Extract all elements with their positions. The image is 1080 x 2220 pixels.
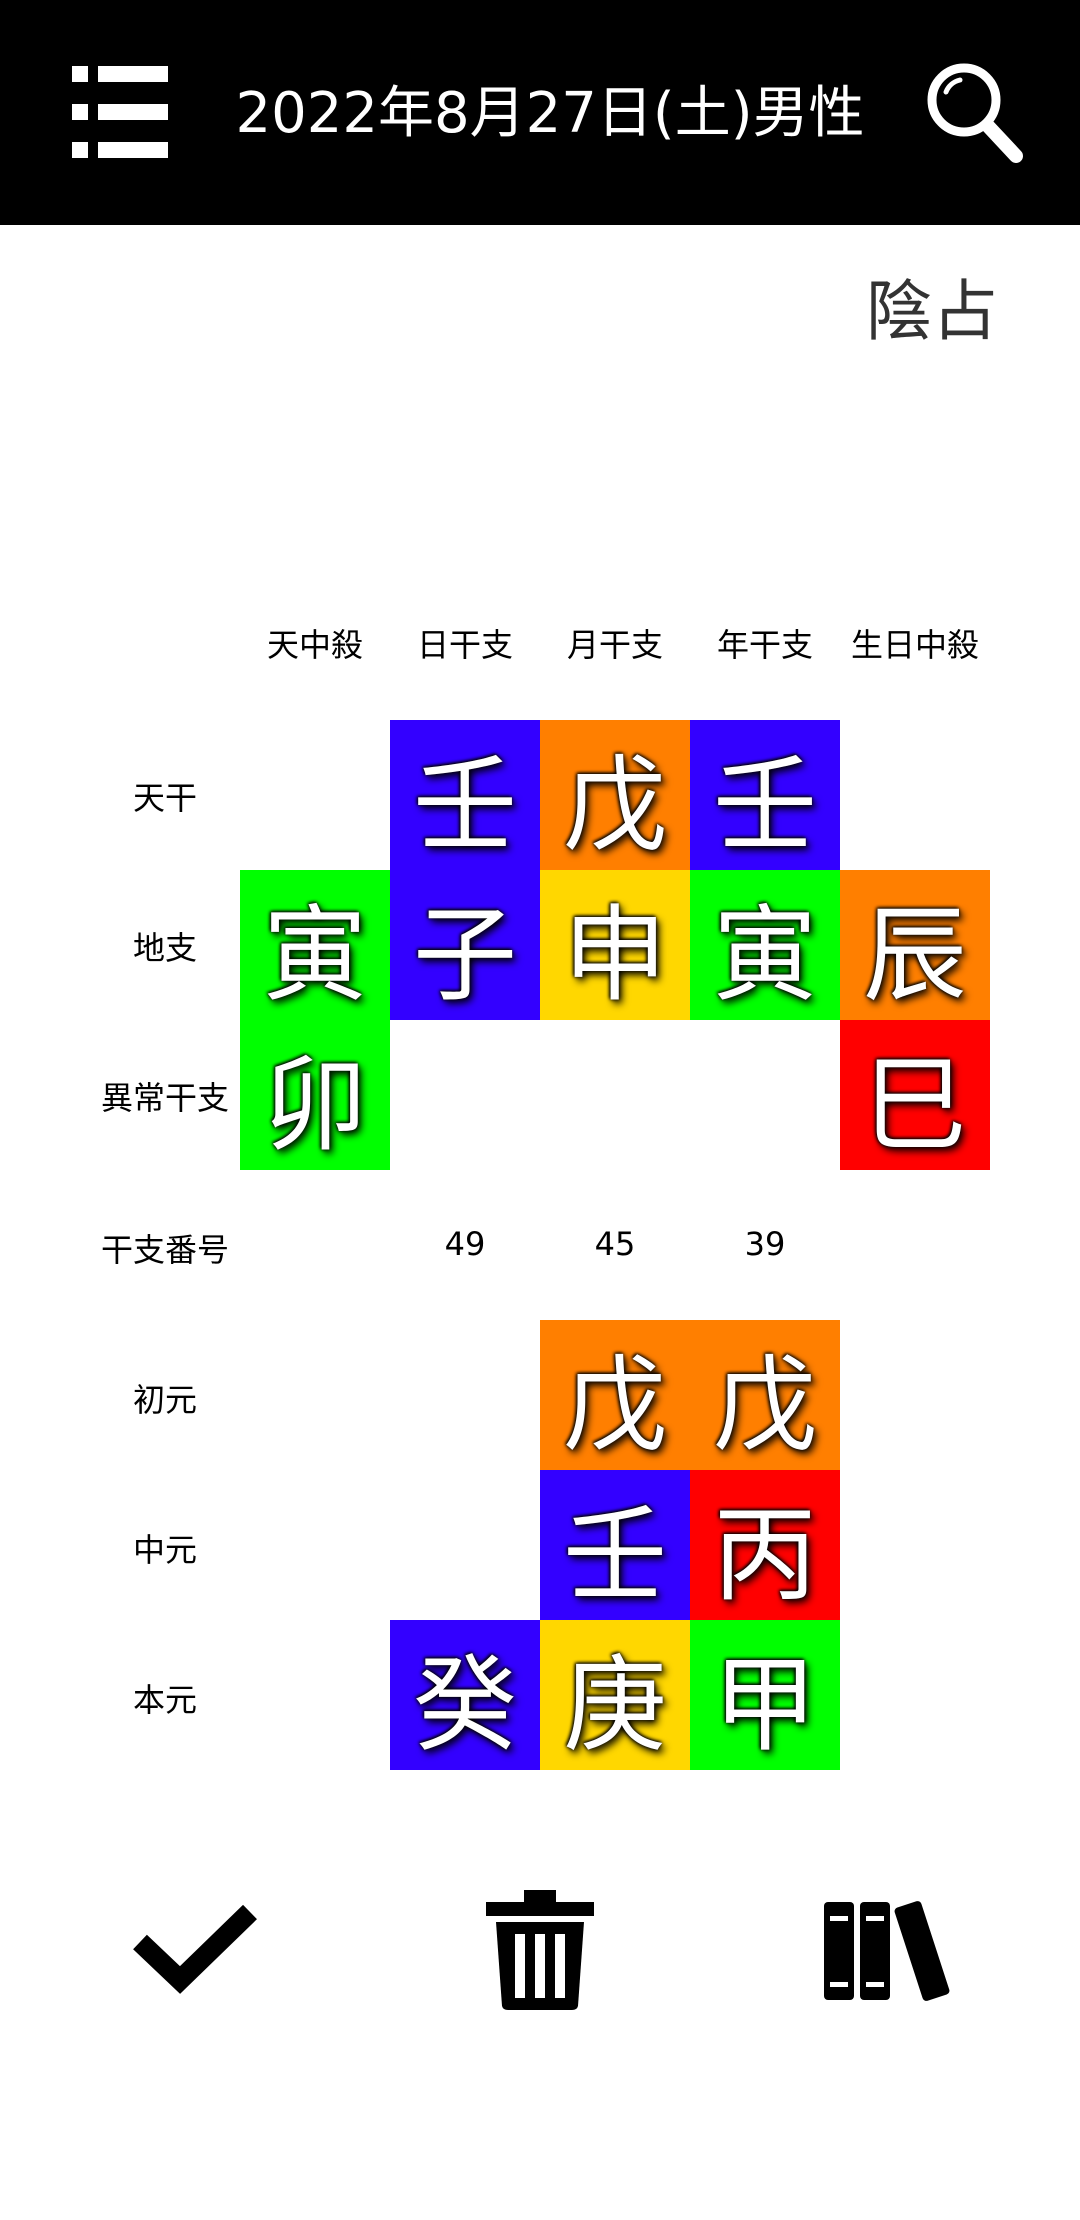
chishi-day-cell[interactable]: 子 <box>390 870 540 1020</box>
row-label-hongen: 本元 <box>132 1681 197 1719</box>
list-icon <box>72 66 168 158</box>
ijou-seijitsu-cell[interactable]: 巳 <box>840 1020 990 1170</box>
number-year: 39 <box>744 1225 786 1263</box>
row-label-ijou: 異常干支 <box>100 1079 229 1117</box>
hongen-month-cell[interactable]: 庚 <box>540 1620 690 1770</box>
shogen-month-cell[interactable]: 戊 <box>540 1320 690 1470</box>
chishi-month-cell[interactable]: 申 <box>540 870 690 1020</box>
col-header-day: 日干支 <box>416 626 513 664</box>
col-header-tenchusatsu: 天中殺 <box>266 626 363 664</box>
number-month: 45 <box>594 1225 636 1263</box>
chugen-year-cell[interactable]: 丙 <box>690 1470 840 1620</box>
page-title: 2022年8月27日(土)男性 <box>235 81 865 146</box>
menu-button[interactable] <box>72 66 168 158</box>
shogen-year-cell[interactable]: 戊 <box>690 1320 840 1470</box>
chishi-seijitsu-cell[interactable]: 辰 <box>840 870 990 1020</box>
chishi-tenchusatsu-cell[interactable]: 寅 <box>240 870 390 1020</box>
row-label-number: 干支番号 <box>100 1231 229 1269</box>
hongen-day-cell[interactable]: 癸 <box>390 1620 540 1770</box>
row-label-chishi: 地支 <box>132 929 197 967</box>
chugen-month-cell[interactable]: 壬 <box>540 1470 690 1620</box>
chishi-year-cell[interactable]: 寅 <box>690 870 840 1020</box>
library-button[interactable] <box>822 1900 952 2002</box>
search-button[interactable] <box>924 60 1024 164</box>
app-header: 2022年8月27日(土)男性 <box>0 0 1080 225</box>
col-header-seijitsu: 生日中殺 <box>850 626 979 664</box>
trash-icon <box>486 1890 594 2010</box>
ijou-tenchusatsu-cell[interactable]: 卯 <box>240 1020 390 1170</box>
tenkan-year-cell[interactable]: 壬 <box>690 720 840 870</box>
delete-button[interactable] <box>484 1888 596 2012</box>
row-label-tenkan: 天干 <box>132 779 197 817</box>
mode-label: 陰占 <box>866 273 998 350</box>
tenkan-day-cell[interactable]: 壬 <box>390 720 540 870</box>
row-label-shogen: 初元 <box>132 1381 197 1419</box>
search-icon <box>927 63 1023 163</box>
check-icon <box>133 1904 257 1994</box>
confirm-button[interactable] <box>130 1900 260 2000</box>
number-day: 49 <box>444 1225 486 1263</box>
col-header-month: 月干支 <box>566 626 663 664</box>
row-label-chugen: 中元 <box>132 1531 197 1569</box>
col-header-year: 年干支 <box>716 626 813 664</box>
hongen-year-cell[interactable]: 甲 <box>690 1620 840 1770</box>
tenkan-month-cell[interactable]: 戊 <box>540 720 690 870</box>
books-icon <box>824 1901 950 2001</box>
